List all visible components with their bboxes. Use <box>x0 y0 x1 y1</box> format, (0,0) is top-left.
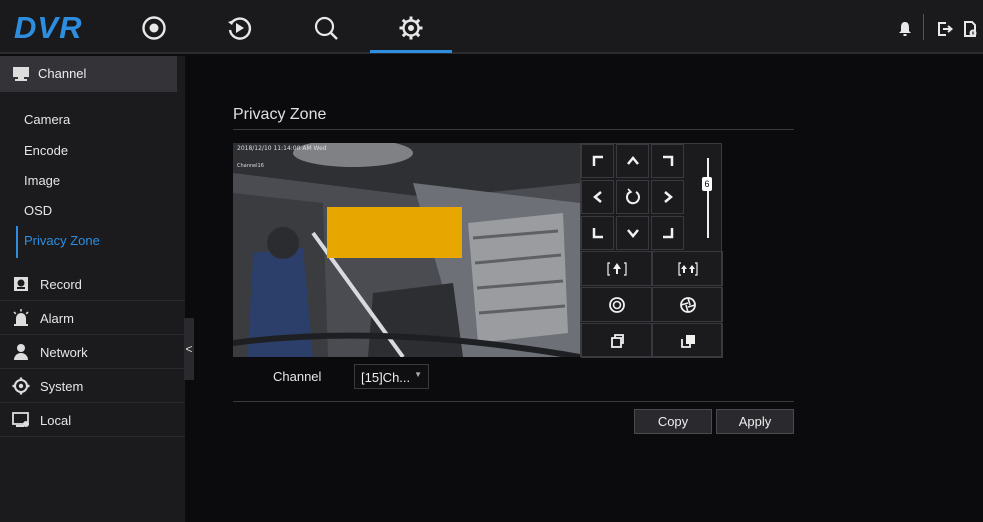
pan-down-left-button[interactable] <box>581 216 614 250</box>
focus-near-icon[interactable] <box>581 287 652 322</box>
top-bar: DVR <box>0 0 983 54</box>
channel-label: Channel <box>273 369 322 384</box>
bottom-divider <box>233 401 794 402</box>
channel-select-value: [15]Ch... <box>361 370 411 385</box>
zoom-out-icon[interactable] <box>652 251 723 286</box>
sidebar-subitem-camera[interactable]: Camera <box>24 112 70 127</box>
sidebar-item-label: System <box>40 379 84 394</box>
active-subitem-indicator <box>16 226 18 258</box>
iris-icon[interactable] <box>652 287 723 322</box>
video-preview[interactable]: 2018/12/10 11:14:00 AM Wed Channel16 <box>233 143 580 357</box>
ptz-control-panel: 6 <box>580 143 723 358</box>
window-add-icon[interactable] <box>652 323 723 358</box>
dvr-logo: DVR <box>14 10 83 45</box>
playback-icon[interactable] <box>226 15 252 41</box>
device-info-icon[interactable] <box>961 20 979 38</box>
tilt-down-button[interactable] <box>616 216 649 250</box>
sidebar-subitem-image[interactable]: Image <box>24 173 60 188</box>
title-divider <box>233 129 794 130</box>
channel-select[interactable]: [15]Ch... ▼ <box>354 364 429 389</box>
search-icon[interactable] <box>313 15 339 41</box>
auto-scan-icon[interactable] <box>616 180 649 214</box>
pan-right-button[interactable] <box>651 180 684 214</box>
pan-up-left-button[interactable] <box>581 144 614 178</box>
ptz-speed-value[interactable]: 6 <box>702 177 712 191</box>
window-restore-icon[interactable] <box>581 323 652 358</box>
osd-timestamp: 2018/12/10 11:14:00 AM Wed <box>237 145 327 152</box>
sidebar-item-local[interactable]: Local <box>0 403 185 437</box>
sidebar-item-channel[interactable]: Channel <box>0 56 177 92</box>
sidebar-subitem-osd[interactable]: OSD <box>24 203 52 218</box>
local-icon <box>12 411 30 429</box>
sidebar-subitem-privacy-zone[interactable]: Privacy Zone <box>24 233 100 248</box>
tilt-up-button[interactable] <box>616 144 649 178</box>
network-icon <box>12 343 30 361</box>
active-tab-indicator <box>370 50 452 53</box>
sidebar-item-label: Alarm <box>40 311 74 326</box>
privacy-mask-region[interactable] <box>327 207 462 258</box>
sidebar: Channel Camera Encode Image OSD Privacy … <box>0 56 185 522</box>
system-gear-icon <box>12 377 30 395</box>
apply-button[interactable]: Apply <box>716 409 794 434</box>
gear-icon[interactable] <box>398 15 424 41</box>
sidebar-item-alarm[interactable]: Alarm <box>0 301 185 335</box>
sidebar-item-label: Local <box>40 413 72 428</box>
logout-icon[interactable] <box>936 20 954 38</box>
sidebar-item-record[interactable]: Record <box>0 267 185 301</box>
osd-channel-name: Channel16 <box>237 163 264 169</box>
sidebar-item-label: Network <box>40 345 88 360</box>
alarm-icon <box>12 309 30 327</box>
pan-down-right-button[interactable] <box>651 216 684 250</box>
ptz-speed-slider[interactable] <box>707 158 709 238</box>
copy-button[interactable]: Copy <box>634 409 712 434</box>
page-title: Privacy Zone <box>233 106 327 123</box>
pan-left-button[interactable] <box>581 180 614 214</box>
sidebar-item-network[interactable]: Network <box>0 335 185 369</box>
zoom-in-icon[interactable] <box>581 251 652 286</box>
sidebar-collapse-handle[interactable]: < <box>184 318 194 380</box>
sidebar-item-label: Record <box>40 277 82 292</box>
sidebar-item-system[interactable]: System <box>0 369 185 403</box>
live-view-icon[interactable] <box>141 15 167 41</box>
pan-up-right-button[interactable] <box>651 144 684 178</box>
chevron-down-icon: ▼ <box>414 370 422 379</box>
record-icon <box>12 275 30 293</box>
top-separator <box>923 14 924 40</box>
bell-icon[interactable] <box>896 20 914 38</box>
sidebar-subitem-encode[interactable]: Encode <box>24 143 68 158</box>
sidebar-item-label: Channel <box>38 66 87 81</box>
channel-icon <box>12 65 30 83</box>
